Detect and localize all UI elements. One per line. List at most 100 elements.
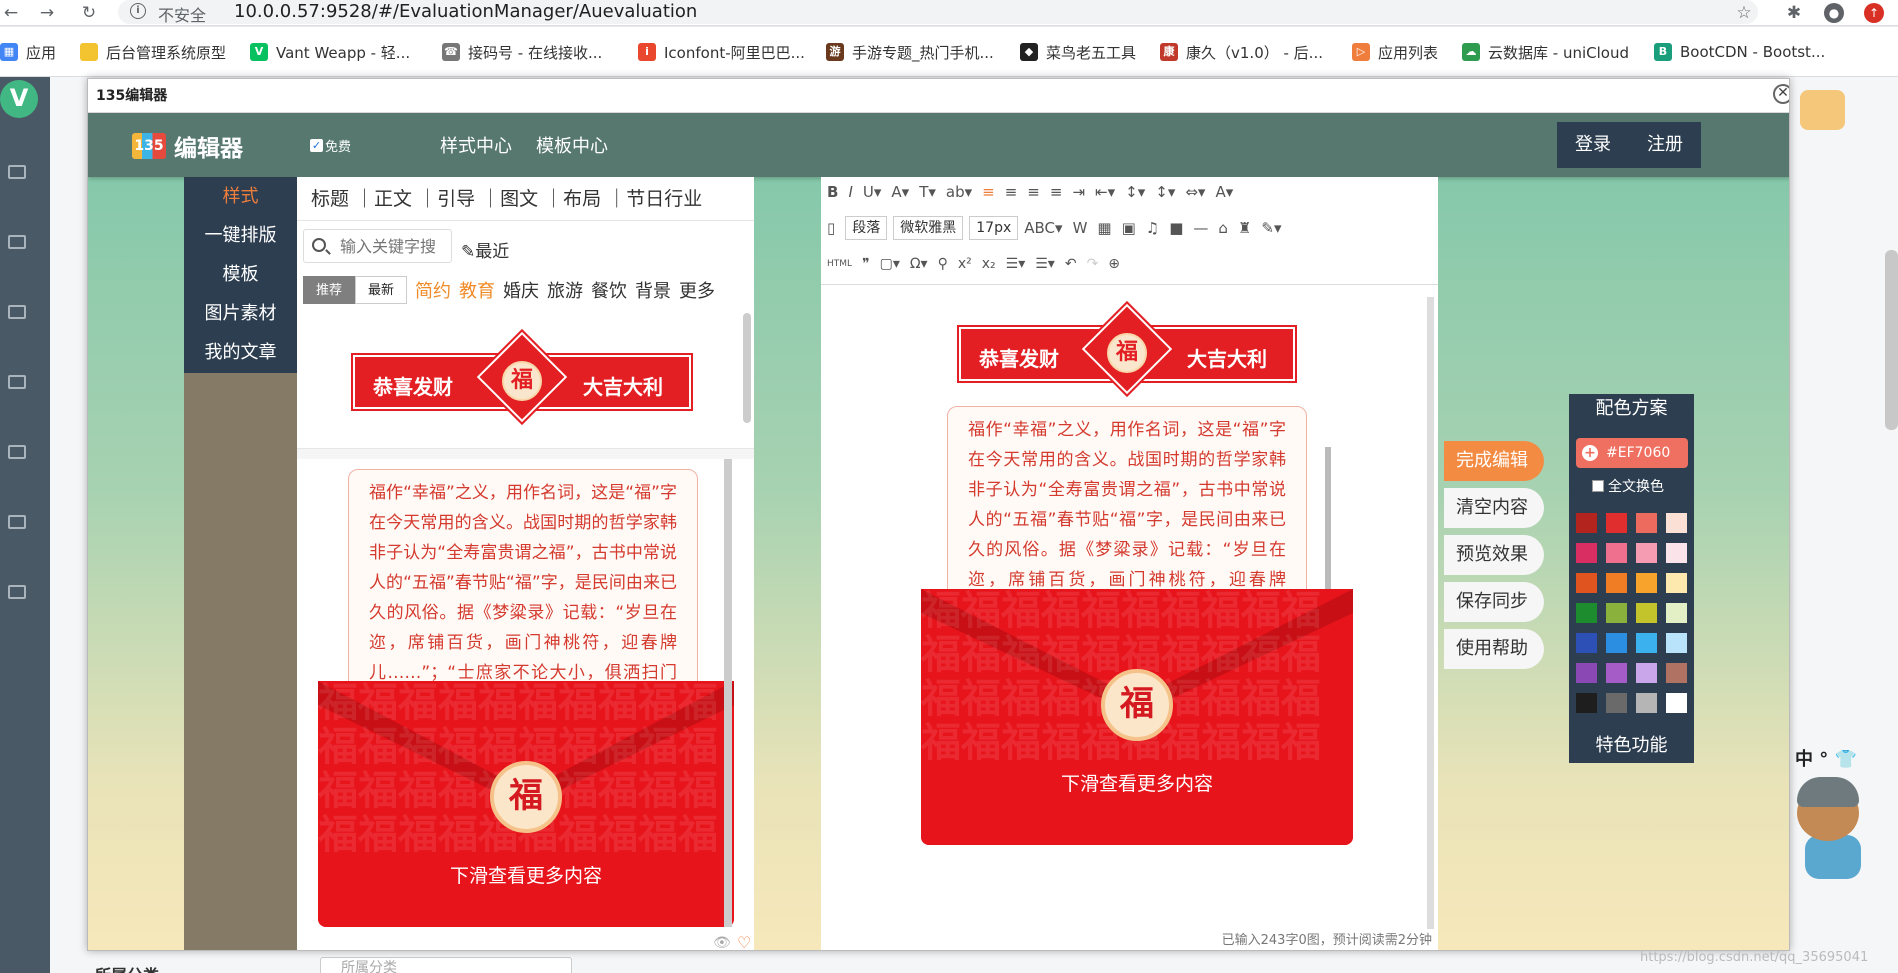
tag-dining[interactable]: 餐饮 <box>591 277 627 303</box>
tag-more[interactable]: 更多 <box>679 277 715 303</box>
checkbox-checked-icon[interactable]: ✓ <box>310 139 323 152</box>
clear-content-button[interactable]: 清空内容 <box>1444 488 1544 528</box>
table-icon[interactable] <box>8 235 26 249</box>
register-button[interactable]: 注册 <box>1629 122 1701 168</box>
url-text[interactable]: 10.0.0.57:9528/#/EvaluationManager/Aueva… <box>234 1 697 22</box>
recent-link[interactable]: ✎最近 <box>461 237 509 262</box>
border-icon[interactable]: ▢▾ <box>880 256 900 272</box>
superscript-icon[interactable]: x² <box>958 256 972 272</box>
color-swatch[interactable] <box>1636 543 1657 563</box>
close-icon[interactable]: ✕ <box>1773 84 1789 104</box>
font-family-select[interactable]: 微软雅黑 <box>893 216 964 240</box>
nav-item-images[interactable]: 图片素材 <box>184 294 297 333</box>
tag-simple[interactable]: 简约 <box>415 277 451 303</box>
preview-banner-card[interactable]: 恭喜发财 福 大吉大利 <box>297 313 754 449</box>
horizontal-rule-icon[interactable]: — <box>1193 219 1208 237</box>
reload-icon[interactable]: ↻ <box>78 2 100 24</box>
undo-icon[interactable]: ↶ <box>1065 256 1077 272</box>
nav-item-one-click[interactable]: 一键排版 <box>184 216 297 255</box>
zoom-icon[interactable]: ⊕ <box>1108 256 1120 272</box>
bookmark-item[interactable]: V Vant Weapp - 轻... <box>250 41 410 63</box>
color-swatch[interactable] <box>1606 543 1627 563</box>
back-icon[interactable]: ← <box>0 2 22 24</box>
bookmark-item[interactable]: 游手游专题_热门手机... <box>826 41 994 63</box>
heart-icon[interactable]: ♡ <box>737 933 751 950</box>
color-swatch[interactable] <box>1576 513 1597 533</box>
color-swatch[interactable] <box>1576 633 1597 653</box>
bookmark-item[interactable]: ☎ 接码号 - 在线接收... <box>442 41 602 63</box>
html-source-button[interactable]: HTML <box>827 259 852 269</box>
color-swatch[interactable] <box>1576 573 1597 593</box>
save-sync-button[interactable]: 保存同步 <box>1444 582 1544 622</box>
tag-travel[interactable]: 旅游 <box>547 277 583 303</box>
underline-button[interactable]: U▾ <box>863 183 882 201</box>
bold-button[interactable]: B <box>827 183 838 201</box>
table-icon[interactable] <box>8 375 26 389</box>
line-height-button[interactable]: ↕▾ <box>1125 183 1145 201</box>
bookmark-item[interactable]: 后台管理系统原型 <box>80 41 226 63</box>
align-right-button[interactable]: ≡ <box>1027 183 1040 201</box>
tree-icon[interactable] <box>8 305 26 319</box>
tag-wedding[interactable]: 婚庆 <box>503 277 539 303</box>
edit-doc-icon[interactable] <box>8 445 26 459</box>
color-swatch[interactable] <box>1636 663 1657 683</box>
video-icon[interactable]: ■ <box>1169 219 1183 237</box>
help-button[interactable]: 使用帮助 <box>1444 629 1544 669</box>
word-import-icon[interactable]: W <box>1073 219 1088 237</box>
add-color-icon[interactable]: + <box>1582 445 1598 461</box>
color-swatch[interactable] <box>1666 543 1687 563</box>
color-swatch[interactable] <box>1666 603 1687 623</box>
material-search[interactable] <box>303 229 452 263</box>
justify-button[interactable]: ≡ <box>1050 183 1063 201</box>
tab-recommend[interactable]: 推荐 <box>303 276 356 304</box>
bookmark-item[interactable]: 康康久（v1.0） - 后... <box>1160 41 1323 63</box>
unordered-list-icon[interactable]: ☰▾ <box>1035 256 1055 272</box>
table-icon[interactable]: ▦ <box>1097 219 1111 237</box>
color-swatch[interactable] <box>1606 603 1627 623</box>
checkbox-icon[interactable] <box>1592 480 1604 492</box>
free-checkbox[interactable]: ✓ 免费 <box>310 136 351 155</box>
ordered-list-icon[interactable]: ☰▾ <box>1006 256 1026 272</box>
text-style-button[interactable]: T▾ <box>919 183 936 201</box>
page-scrollbar[interactable] <box>1885 250 1898 430</box>
color-swatch[interactable] <box>1666 573 1687 593</box>
finish-edit-button[interactable]: 完成编辑 <box>1444 441 1544 481</box>
indent-button[interactable]: ⇥ <box>1072 183 1085 201</box>
bookmark-item[interactable]: ▷ 应用列表 <box>1352 41 1438 63</box>
document-icon[interactable]: ▯ <box>827 219 835 237</box>
music-icon[interactable]: ♫ <box>1146 219 1159 237</box>
special-char-icon[interactable]: Ω▾ <box>910 256 928 272</box>
case-button[interactable]: ABC▾ <box>1024 219 1062 237</box>
color-swatch[interactable] <box>1576 663 1597 683</box>
bookmark-item[interactable]: i Iconfont-阿里巴巴... <box>638 41 805 63</box>
color-swatch[interactable] <box>1636 633 1657 653</box>
paint-bucket-icon[interactable]: ⌂ <box>1218 219 1228 237</box>
font-size-button[interactable]: A▾ <box>1215 183 1233 201</box>
bookmark-item[interactable]: ◆ 菜鸟老五工具 <box>1020 41 1136 63</box>
color-swatch[interactable] <box>1606 633 1627 653</box>
magic-wand-icon[interactable]: ✎▾ <box>1261 219 1281 237</box>
color-swatch[interactable] <box>1606 573 1627 593</box>
editor-scrollbar[interactable] <box>1427 297 1434 932</box>
nav-item-template[interactable]: 模板 <box>184 255 297 294</box>
bookmark-item[interactable]: ▦ 应用 <box>0 41 56 63</box>
quote-icon[interactable]: ❞ <box>862 256 870 272</box>
color-swatch[interactable] <box>1636 693 1657 713</box>
paragraph-select[interactable]: 段落 <box>845 216 888 240</box>
outdent-button[interactable]: ⇤▾ <box>1095 183 1115 201</box>
color-swatch[interactable] <box>1576 603 1597 623</box>
nav-item-my-articles[interactable]: 我的文章 <box>184 333 297 372</box>
highlight-button[interactable]: ab▾ <box>946 183 972 201</box>
color-swatch[interactable] <box>1606 513 1627 533</box>
tag-background[interactable]: 背景 <box>635 277 671 303</box>
align-left-button[interactable]: ≡ <box>982 183 995 201</box>
nav-template-center[interactable]: 模板中心 <box>536 132 608 158</box>
table-icon[interactable] <box>8 165 26 179</box>
color-swatch[interactable] <box>1636 603 1657 623</box>
color-swatch[interactable] <box>1666 513 1687 533</box>
color-swatch[interactable] <box>1576 543 1597 563</box>
letter-spacing-button[interactable]: ⇔▾ <box>1185 183 1205 201</box>
subscript-icon[interactable]: x₂ <box>982 256 996 272</box>
align-center-button[interactable]: ≡ <box>1005 183 1018 201</box>
search-input[interactable] <box>340 236 448 256</box>
